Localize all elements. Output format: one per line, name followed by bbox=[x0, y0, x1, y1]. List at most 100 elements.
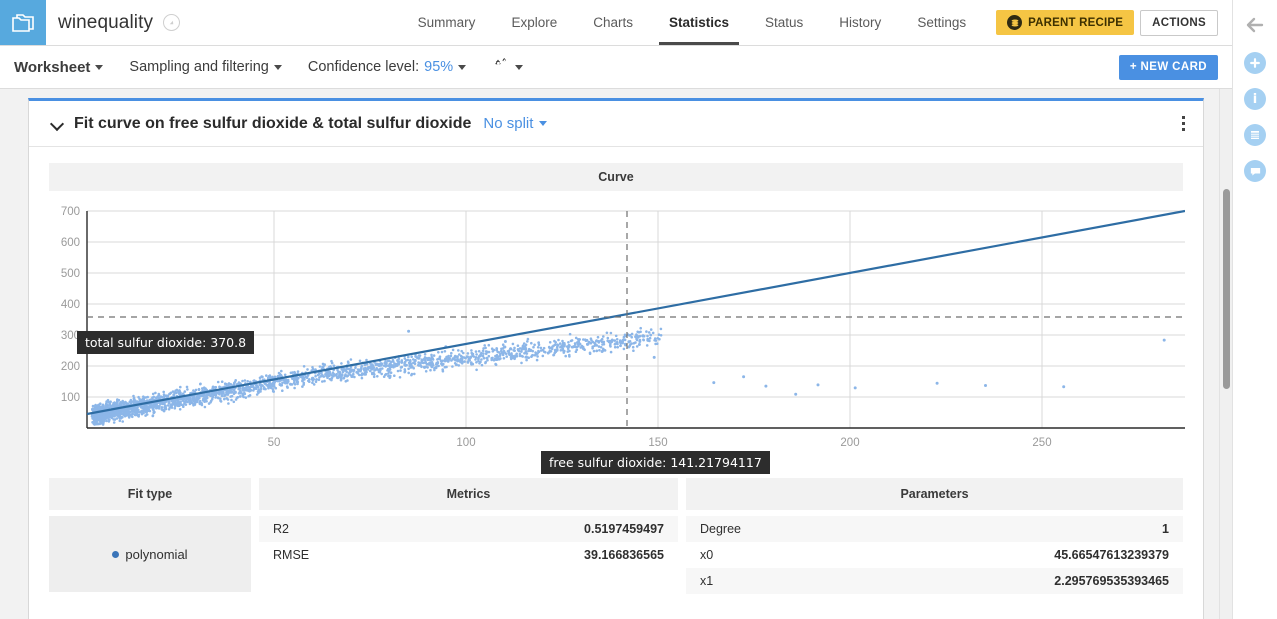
tab-label: History bbox=[839, 15, 881, 30]
chevron-down-icon bbox=[515, 65, 523, 70]
right-rail: i bbox=[1232, 0, 1277, 619]
project-name: winequality bbox=[58, 12, 153, 34]
fit-line bbox=[87, 211, 1185, 414]
new-card-label: + NEW CARD bbox=[1130, 61, 1207, 73]
fit-results-tables: Fit type polynomial Metrics R2 0.5197459… bbox=[29, 478, 1203, 594]
svg-text:600: 600 bbox=[61, 237, 80, 249]
fit-type-header: Fit type bbox=[49, 478, 251, 510]
tab-label: Statistics bbox=[669, 15, 729, 30]
info-circle-icon[interactable]: i bbox=[1244, 88, 1266, 110]
chevron-down-icon bbox=[539, 121, 547, 126]
y-value-tooltip: total sulfur dioxide: 370.8 bbox=[77, 331, 254, 354]
comments-icon[interactable] bbox=[1244, 160, 1266, 182]
fit-type-value: polynomial bbox=[125, 547, 187, 562]
chevron-down-icon bbox=[274, 65, 282, 70]
worksheet-dropdown[interactable]: Worksheet bbox=[14, 59, 103, 76]
table-row: R2 0.5197459497 bbox=[259, 516, 678, 542]
chevron-down-icon bbox=[458, 65, 466, 70]
svg-text:50: 50 bbox=[268, 437, 281, 449]
fit-type-value-cell: polynomial bbox=[49, 516, 251, 592]
project-title[interactable]: winequality bbox=[46, 0, 180, 45]
metrics-header: Metrics bbox=[259, 478, 678, 510]
kebab-menu-icon[interactable] bbox=[1178, 110, 1189, 137]
scrollbar-thumb[interactable] bbox=[1223, 189, 1230, 389]
folder-icon[interactable] bbox=[0, 0, 46, 45]
fit-curve-card: Fit curve on free sulfur dioxide & total… bbox=[28, 98, 1204, 619]
plot-svg: 700 600 500 400 300 200 100 50 100 bbox=[49, 203, 1185, 453]
tab-charts[interactable]: Charts bbox=[575, 0, 651, 45]
split-label: No split bbox=[483, 115, 533, 132]
sampling-filtering-dropdown[interactable]: Sampling and filtering bbox=[129, 59, 281, 75]
card-title: Fit curve on free sulfur dioxide & total… bbox=[74, 115, 471, 133]
tab-label: Settings bbox=[917, 15, 966, 30]
param-value: 1 bbox=[1162, 522, 1169, 536]
chevron-down-icon bbox=[95, 65, 103, 70]
details-list-icon[interactable] bbox=[1244, 124, 1266, 146]
metrics-rows: R2 0.5197459497 RMSE 39.166836565 bbox=[259, 516, 678, 568]
settings-gears-dropdown[interactable] bbox=[492, 57, 523, 77]
plus-circle-icon[interactable] bbox=[1244, 52, 1266, 74]
tab-label: Explore bbox=[511, 15, 557, 30]
parent-recipe-badge[interactable]: PARENT RECIPE bbox=[996, 10, 1134, 35]
worksheet-content: Fit curve on free sulfur dioxide & total… bbox=[0, 89, 1232, 619]
metric-value: 39.166836565 bbox=[584, 548, 664, 562]
svg-text:500: 500 bbox=[61, 268, 80, 280]
actions-button[interactable]: ACTIONS bbox=[1140, 10, 1218, 36]
parameters-rows: Degree 1 x0 45.66547613239379 x1 2.29576… bbox=[686, 516, 1183, 594]
arrow-left-icon[interactable] bbox=[1242, 12, 1268, 38]
svg-text:100: 100 bbox=[61, 392, 80, 404]
chart-area: Curve bbox=[29, 147, 1203, 458]
app-root: winequality Summary Explore Charts Stati… bbox=[0, 0, 1277, 619]
confidence-prefix: Confidence level: bbox=[308, 59, 419, 75]
metric-value: 0.5197459497 bbox=[584, 522, 664, 536]
param-key: x1 bbox=[700, 574, 1054, 588]
svg-text:400: 400 bbox=[61, 299, 80, 311]
svg-text:150: 150 bbox=[648, 437, 667, 449]
tab-statistics[interactable]: Statistics bbox=[651, 0, 747, 45]
scatter-plot[interactable]: 700 600 500 400 300 200 100 50 100 bbox=[49, 203, 1183, 458]
split-dropdown[interactable]: No split bbox=[483, 115, 547, 132]
tab-summary[interactable]: Summary bbox=[400, 0, 494, 45]
main-tabs: Summary Explore Charts Statistics Status… bbox=[400, 0, 1232, 45]
info-glyph: i bbox=[1253, 92, 1257, 107]
tab-label: Status bbox=[765, 15, 803, 30]
chevron-down-icon[interactable] bbox=[51, 117, 64, 130]
x-value-tooltip: free sulfur dioxide: 141.21794117 bbox=[541, 451, 770, 474]
worksheet-label: Worksheet bbox=[14, 59, 90, 76]
table-row: x0 45.66547613239379 bbox=[686, 542, 1183, 568]
table-row: x1 2.295769535393465 bbox=[686, 568, 1183, 594]
param-value: 2.295769535393465 bbox=[1054, 574, 1169, 588]
parameters-column: Parameters Degree 1 x0 45.66547613239379… bbox=[686, 478, 1183, 594]
svg-text:100: 100 bbox=[456, 437, 475, 449]
metrics-column: Metrics R2 0.5197459497 RMSE 39.16683656… bbox=[259, 478, 678, 568]
vertical-scrollbar[interactable] bbox=[1219, 89, 1232, 619]
confidence-value: 95% bbox=[424, 59, 453, 75]
tab-history[interactable]: History bbox=[821, 0, 899, 45]
svg-text:200: 200 bbox=[61, 361, 80, 373]
new-card-button[interactable]: + NEW CARD bbox=[1119, 55, 1218, 80]
sampling-label: Sampling and filtering bbox=[129, 59, 268, 75]
tab-status[interactable]: Status bbox=[747, 0, 821, 45]
top-navigation-bar: winequality Summary Explore Charts Stati… bbox=[0, 0, 1232, 46]
param-value: 45.66547613239379 bbox=[1054, 548, 1169, 562]
svg-text:200: 200 bbox=[840, 437, 859, 449]
series-color-dot bbox=[112, 551, 119, 558]
confidence-level-dropdown[interactable]: Confidence level: 95% bbox=[308, 59, 466, 75]
param-key: x0 bbox=[700, 548, 1054, 562]
metric-key: R2 bbox=[273, 522, 584, 536]
compass-icon[interactable] bbox=[163, 14, 180, 31]
param-key: Degree bbox=[700, 522, 1162, 536]
tab-settings[interactable]: Settings bbox=[899, 0, 984, 45]
tab-explore[interactable]: Explore bbox=[493, 0, 575, 45]
parameters-header: Parameters bbox=[686, 478, 1183, 510]
gears-icon bbox=[492, 57, 510, 77]
fit-type-column: Fit type polynomial bbox=[49, 478, 251, 592]
curve-label: Curve bbox=[598, 170, 633, 184]
table-row: RMSE 39.166836565 bbox=[259, 542, 678, 568]
svg-text:250: 250 bbox=[1032, 437, 1051, 449]
actions-label: ACTIONS bbox=[1152, 17, 1206, 29]
tab-label: Summary bbox=[418, 15, 476, 30]
recipe-stack-icon bbox=[1007, 15, 1022, 30]
card-header: Fit curve on free sulfur dioxide & total… bbox=[29, 101, 1203, 147]
table-row: Degree 1 bbox=[686, 516, 1183, 542]
